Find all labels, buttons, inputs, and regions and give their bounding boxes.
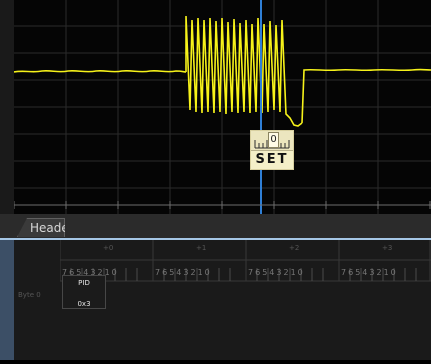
bit-index-row-3: 76543210: [341, 268, 398, 277]
row-label-byte-0: Byte 0: [18, 291, 41, 299]
waveform-svg: [14, 0, 431, 214]
decoder-panel: +0 +1 +2 +3 76543210 76543210 76543210 7…: [0, 240, 431, 360]
left-rail: [0, 240, 14, 360]
trigger-marker[interactable]: 0 SET: [250, 130, 294, 170]
pid-field-name: PID: [78, 279, 90, 287]
marker-header: 0: [251, 131, 293, 151]
pid-field[interactable]: PID 0x3: [62, 275, 106, 309]
bit-index-row-1: 76543210: [155, 268, 212, 277]
waveform-display[interactable]: 0 SET: [14, 0, 431, 215]
decoder-grid: +0 +1 +2 +3 76543210 76543210 76543210 7…: [59, 240, 431, 360]
decoder-grid-lines: [59, 240, 431, 282]
bit-index-row-2: 76543210: [248, 268, 305, 277]
oscilloscope-window: 0 SET Header +0 +1 +2 +3 76543210 765432…: [0, 0, 431, 360]
marker-label: SET: [255, 152, 289, 167]
column-header-3: +3: [382, 244, 393, 252]
column-header-1: +1: [196, 244, 207, 252]
tab-header-label: Header: [30, 221, 74, 235]
time-axis-ticks: [14, 201, 431, 209]
marker-value: 0: [268, 132, 279, 148]
column-header-0: +0: [103, 244, 114, 252]
tab-bar: Header: [0, 214, 431, 240]
column-header-2: +2: [289, 244, 300, 252]
tab-header[interactable]: Header: [17, 218, 65, 237]
pid-field-value: 0x3: [77, 300, 91, 308]
